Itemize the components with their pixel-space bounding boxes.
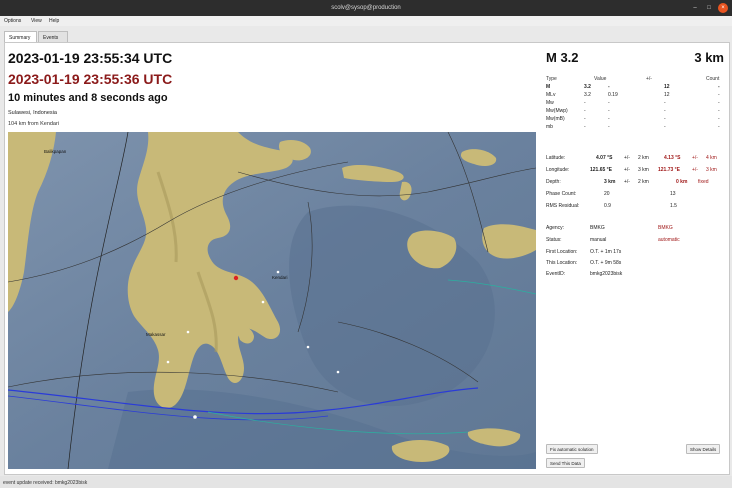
elapsed-time: 10 minutes and 8 seconds ago bbox=[8, 92, 168, 104]
table-row[interactable]: Mw(Mwp) - - - - bbox=[546, 108, 726, 116]
header-count: Count bbox=[706, 76, 720, 82]
depth-row: Depth: 3 km +/- 2 km 0 km fixed bbox=[546, 179, 709, 185]
show-details-button[interactable]: Show Details bbox=[686, 444, 721, 454]
table-row[interactable]: Mw - - - - bbox=[546, 100, 726, 108]
header-value: Value bbox=[594, 76, 607, 82]
table-row[interactable]: MLv 3.2 0.19 12 - bbox=[546, 92, 726, 100]
menu-help[interactable]: Help bbox=[49, 18, 59, 24]
depth-value-large: 3 km bbox=[694, 50, 724, 65]
minimize-icon[interactable]: – bbox=[690, 3, 700, 13]
table-row[interactable]: Mw(mB) - - - - bbox=[546, 116, 726, 124]
map-canvas bbox=[8, 132, 536, 469]
table-row[interactable]: mb - - - - bbox=[546, 124, 726, 132]
longitude-row: Longitude: 121.65 °E +/- 3 km 121.73 °E … bbox=[546, 167, 717, 173]
this-location-row: This Location: O.T. + 9m 58s bbox=[546, 260, 622, 266]
menu-options[interactable]: Options bbox=[4, 18, 21, 24]
table-row[interactable]: M 3.2 - 12 - bbox=[546, 84, 726, 92]
region-name: Sulawesi, Indonesia bbox=[8, 110, 57, 116]
distance-text: 104 km from Kendari bbox=[8, 121, 60, 127]
menu-bar: Options View Help bbox=[0, 16, 732, 26]
phase-count-row: Phase Count: 20 13 bbox=[546, 191, 676, 197]
header-type: Type bbox=[546, 76, 557, 82]
rms-row: RMS Residual: 0.9 1.5 bbox=[546, 203, 677, 209]
origin-time: 2023-01-19 23:55:34 UTC bbox=[8, 50, 173, 66]
status-row: Status: manual automatic bbox=[546, 237, 680, 243]
close-icon[interactable]: × bbox=[718, 3, 728, 13]
map-label-kendari: Kendari bbox=[272, 275, 288, 280]
status-bar: event update received: bmkg2023bisk bbox=[0, 476, 732, 488]
event-time: 2023-01-19 23:55:36 UTC bbox=[8, 71, 173, 87]
status-text: event update received: bmkg2023bisk bbox=[3, 480, 88, 486]
fix-automatic-button[interactable]: Fix automatic solution bbox=[546, 444, 598, 454]
event-map[interactable]: Balikpapan Makassar Kendari bbox=[8, 132, 536, 469]
window-titlebar: scolv@sysop@production – □ × bbox=[0, 0, 732, 16]
window-title: scolv@sysop@production bbox=[331, 5, 401, 11]
event-id-row: EventID: bmkg2023bisk bbox=[546, 271, 623, 277]
map-label-makassar: Makassar bbox=[146, 332, 166, 337]
first-location-row: First Location: O.T. + 1m 17s bbox=[546, 249, 622, 255]
maximize-icon[interactable]: □ bbox=[704, 3, 714, 13]
magnitude-value: M 3.2 bbox=[546, 50, 579, 65]
menu-view[interactable]: View bbox=[31, 18, 42, 24]
send-data-button[interactable]: Send This Data bbox=[546, 458, 585, 468]
map-label-balikpapan: Balikpapan bbox=[44, 149, 67, 154]
magnitude-table-header: Type Value +/- Count bbox=[546, 76, 726, 84]
agency-row: Agency: BMKG BMKG bbox=[546, 225, 673, 231]
latitude-row: Latitude: 4.07 °S +/- 2 km 4.13 °S +/- 4… bbox=[546, 155, 717, 161]
header-err: +/- bbox=[646, 76, 652, 82]
